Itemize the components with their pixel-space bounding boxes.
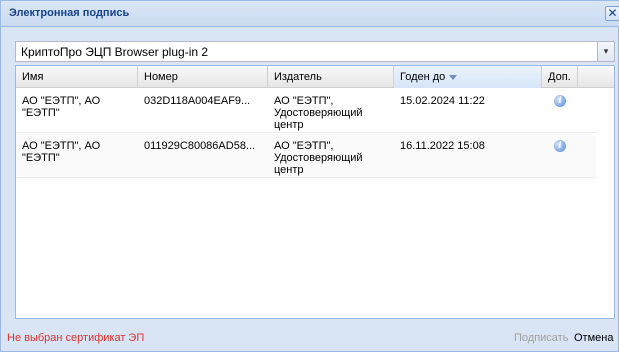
cell-issuer: АО "ЕЭТП", Удостоверяющий центр: [274, 95, 363, 131]
cell-valid-until: 15.02.2024 11:22: [400, 95, 485, 107]
info-icon[interactable]: i: [554, 140, 566, 152]
status-message: Не выбран сертификат ЭП: [7, 332, 145, 344]
table-row[interactable]: АО "ЕЭТП", АО "ЕЭТП" 011929C80086AD58...…: [16, 134, 596, 178]
column-header-extra[interactable]: Доп.: [542, 66, 578, 88]
column-header-number[interactable]: Номер: [138, 66, 268, 88]
cell-valid-until: 16.11.2022 15:08: [400, 140, 485, 152]
table-row[interactable]: АО "ЕЭТП", АО "ЕЭТП" 032D118A004EAF9... …: [16, 89, 596, 133]
cell-name: АО "ЕЭТП", АО "ЕЭТП": [22, 140, 101, 164]
cancel-button[interactable]: Отмена: [574, 332, 613, 344]
dialog-titlebar: Электронная подпись ✕: [1, 1, 619, 27]
sort-descending-icon: [449, 74, 458, 80]
sign-button[interactable]: Подписать: [514, 332, 568, 344]
plugin-select-value: КриптоПро ЭЦП Browser plug-in 2: [21, 45, 209, 59]
cell-number: 011929C80086AD58...: [144, 140, 256, 152]
info-icon[interactable]: i: [554, 95, 566, 107]
cell-number: 032D118A004EAF9...: [144, 95, 251, 107]
chevron-down-icon[interactable]: ▾: [597, 42, 614, 61]
column-header-issuer[interactable]: Издатель: [268, 66, 394, 88]
column-header-name[interactable]: Имя: [16, 66, 138, 88]
close-icon[interactable]: ✕: [605, 6, 619, 21]
certificates-grid: Имя Номер Издатель Годен до Доп. АО "ЕЭТ…: [15, 65, 615, 319]
cell-issuer: АО "ЕЭТП", Удостоверяющий центр: [274, 140, 363, 176]
column-header-valid-until[interactable]: Годен до: [394, 66, 542, 88]
plugin-select[interactable]: КриптоПро ЭЦП Browser plug-in 2 ▾: [15, 41, 615, 62]
electronic-signature-dialog: Электронная подпись ✕ КриптоПро ЭЦП Brow…: [0, 0, 619, 352]
grid-header: Имя Номер Издатель Годен до Доп.: [16, 66, 614, 88]
dialog-title: Электронная подпись: [9, 7, 130, 19]
cell-name: АО "ЕЭТП", АО "ЕЭТП": [22, 95, 101, 119]
